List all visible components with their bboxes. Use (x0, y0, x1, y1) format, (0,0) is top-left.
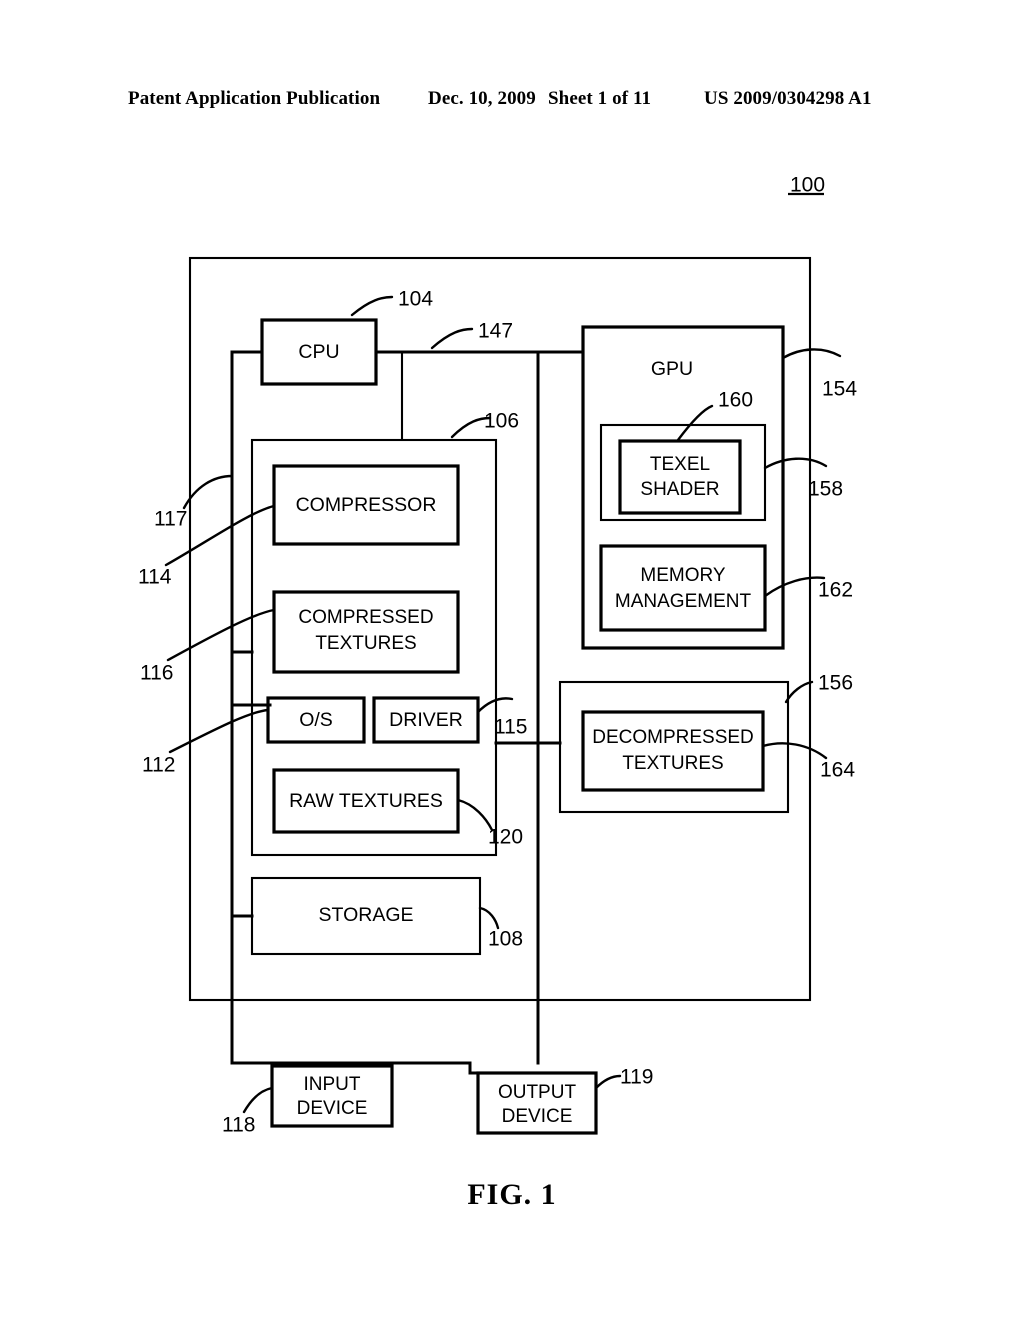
ref-156-label: 156 (818, 672, 853, 695)
block-decompressed-textures-label-line2: TEXTURES (622, 753, 723, 774)
block-compressed-textures (272, 590, 460, 674)
ref-119-label: 119 (620, 1066, 653, 1089)
leader-108 (478, 906, 500, 930)
block-texel-shader-label-line2: SHADER (640, 479, 719, 500)
leader-112 (168, 708, 270, 754)
block-output-device-label-line1: OUTPUT (498, 1082, 577, 1103)
ref-108-label: 108 (488, 928, 523, 951)
block-compressed-textures-label-line2: TEXTURES (315, 633, 416, 654)
leader-116 (166, 608, 276, 662)
block-texel-shader (618, 439, 742, 515)
block-cpu-label: CPU (298, 341, 339, 363)
block-storage-label: STORAGE (319, 904, 414, 926)
leader-117 (182, 474, 234, 510)
ref-104-label: 104 (398, 288, 433, 311)
leader-156 (784, 680, 814, 704)
figure-caption: FIG. 1 (467, 1178, 557, 1211)
block-driver-label: DRIVER (389, 709, 463, 731)
block-texel-shader-label-line1: TEXEL (650, 454, 710, 475)
leader-147 (430, 327, 474, 350)
block-gpu-label: GPU (651, 358, 693, 380)
block-memory-management-label-line1: MEMORY (640, 565, 725, 586)
ref-117-label: 117 (154, 508, 187, 531)
figure-1-block-diagram: 100 CPU 104 147 106 COMPRESSOR COMPRESSE… (138, 174, 857, 1137)
block-os-label: O/S (299, 709, 333, 731)
ref-120-label: 120 (488, 826, 523, 849)
ref-160-label: 160 (718, 389, 753, 412)
block-raw-textures-label: RAW TEXTURES (289, 790, 443, 812)
ref-147-label: 147 (478, 320, 513, 343)
block-compressor-label: COMPRESSOR (296, 494, 437, 516)
block-input-device-label-line2: DEVICE (297, 1098, 368, 1119)
leader-118 (242, 1086, 274, 1114)
ref-112-label: 112 (142, 754, 175, 777)
leader-119 (594, 1074, 622, 1090)
ref-158-label: 158 (808, 478, 843, 501)
block-compressed-textures-label-line1: COMPRESSED (298, 607, 433, 628)
ref-115-label: 115 (494, 716, 527, 739)
leader-120 (456, 798, 494, 832)
leader-160 (676, 404, 714, 442)
leader-154 (781, 348, 842, 360)
leader-104 (350, 295, 394, 317)
ref-116-label: 116 (140, 662, 173, 685)
patent-figure-page: Patent Application Publication Dec. 10, … (0, 0, 1024, 1320)
ref-106-label: 106 (484, 410, 519, 433)
leader-158 (763, 457, 828, 470)
block-memory-management-label-line2: MANAGEMENT (615, 591, 752, 612)
leader-162 (763, 576, 826, 598)
ref-114-label: 114 (138, 566, 172, 589)
ref-162-label: 162 (818, 579, 853, 602)
block-input-device-label-line1: INPUT (304, 1074, 361, 1095)
ref-154-label: 154 (822, 378, 857, 401)
block-output-device-label-line2: DEVICE (502, 1106, 573, 1127)
ref-164-label: 164 (820, 759, 855, 782)
block-decompressed-textures-label-line1: DECOMPRESSED (592, 727, 754, 748)
ref-118-label: 118 (222, 1114, 255, 1137)
block-decompressed-textures (581, 710, 765, 792)
leader-164 (761, 742, 828, 760)
block-memory-management (599, 544, 767, 632)
